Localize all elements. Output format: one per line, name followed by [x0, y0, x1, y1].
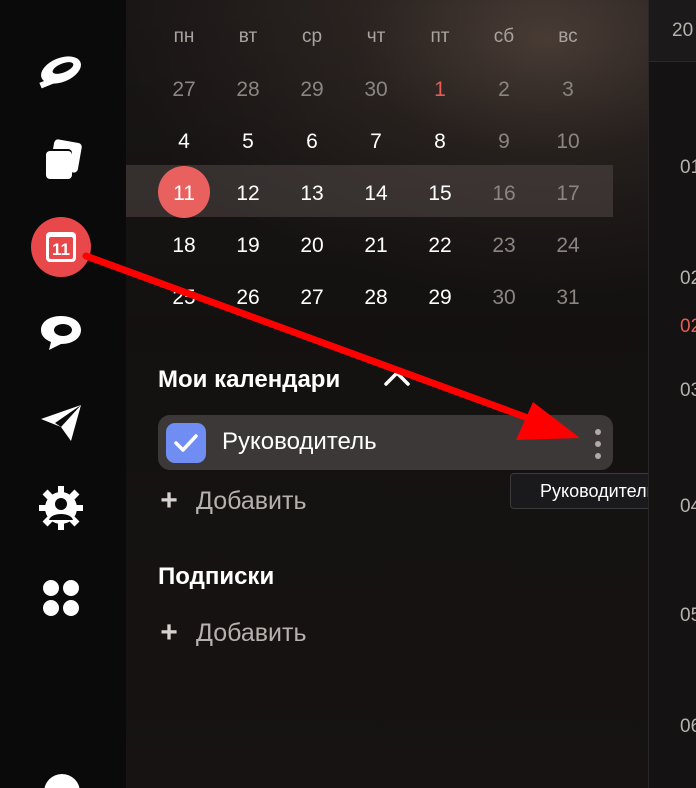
- plus-icon: +: [160, 484, 178, 517]
- current-time-label: 02: [680, 316, 696, 337]
- calendar-day[interactable]: 30: [344, 78, 408, 102]
- calendar-day[interactable]: 10: [536, 130, 600, 154]
- calendar-day-today[interactable]: 11: [152, 182, 216, 206]
- calendar-day[interactable]: 27: [280, 286, 344, 310]
- calendar-day[interactable]: 29: [280, 78, 344, 102]
- calendar-day[interactable]: 25: [152, 286, 216, 310]
- calendar-day[interactable]: 26: [216, 286, 280, 310]
- add-calendar-label: Добавить: [196, 486, 307, 515]
- calendar-day[interactable]: 30: [472, 286, 536, 310]
- time-label: 03: [680, 380, 696, 401]
- chevron-up-icon[interactable]: [383, 368, 411, 388]
- calendar-day[interactable]: 4: [152, 130, 216, 154]
- plus-icon: +: [160, 616, 178, 649]
- settings-person-icon[interactable]: [31, 478, 91, 538]
- calendar-day[interactable]: 21: [344, 234, 408, 258]
- add-subscription-label: Добавить: [196, 618, 307, 647]
- calendar-item-label[interactable]: Руководитель: [222, 428, 377, 456]
- time-label: 02: [680, 268, 696, 289]
- calendar-day[interactable]: 19: [216, 234, 280, 258]
- calendar-week: 25 26 27 28 29 30 31: [152, 272, 600, 324]
- telemost-icon[interactable]: [31, 393, 91, 453]
- weekday-label: ср: [301, 26, 323, 47]
- time-label: 01: [680, 157, 696, 178]
- more-options-icon[interactable]: [590, 426, 606, 462]
- calendar-week: 27 28 29 30 1 2 3: [152, 64, 600, 116]
- calendar-day[interactable]: 12: [216, 182, 280, 206]
- calendar-day[interactable]: 17: [536, 182, 600, 206]
- weekday-header: пн вт ср чт пт сб вс: [152, 10, 600, 64]
- apps-grid-icon[interactable]: [31, 568, 91, 628]
- calendar-day[interactable]: 6: [280, 130, 344, 154]
- calendar-day[interactable]: 24: [536, 234, 600, 258]
- subscriptions-title: Подписки: [158, 563, 275, 590]
- calendar-day[interactable]: 27: [152, 78, 216, 102]
- weekday-label: вс: [558, 26, 578, 47]
- calendar-day[interactable]: 13: [280, 182, 344, 206]
- disk-icon[interactable]: [31, 130, 91, 190]
- calendar-checkbox[interactable]: [166, 423, 206, 463]
- add-calendar-button[interactable]: + Добавить: [158, 484, 307, 518]
- time-label: 04: [680, 496, 696, 517]
- calendar-week: 4 5 6 7 8 9 10: [152, 116, 600, 168]
- calendar-day[interactable]: 22: [408, 234, 472, 258]
- weekday-label: пн: [173, 26, 195, 47]
- weekday-label: вт: [238, 26, 258, 47]
- calendar-day[interactable]: 14: [344, 182, 408, 206]
- calendar-day[interactable]: 29: [408, 286, 472, 310]
- day-view-header-text: 20: [672, 20, 694, 41]
- calendar-day[interactable]: 9: [472, 130, 536, 154]
- mini-calendar: пн вт ср чт пт сб вс 27 28 29 30 1 2 3 4…: [152, 10, 600, 324]
- app-rail: 11: [0, 0, 126, 788]
- add-subscription-button[interactable]: + Добавить: [158, 616, 307, 650]
- calendar-day[interactable]: 31: [536, 286, 600, 310]
- time-label: 06: [680, 716, 696, 737]
- calendar-day[interactable]: 23: [472, 234, 536, 258]
- messenger-icon[interactable]: [31, 40, 91, 100]
- avatar[interactable]: [44, 774, 80, 788]
- calendar-day[interactable]: 28: [216, 78, 280, 102]
- calendar-day[interactable]: 8: [408, 130, 472, 154]
- calendar-day[interactable]: 3: [536, 78, 600, 102]
- time-label: 05: [680, 605, 696, 626]
- my-calendars-title[interactable]: Мои календари: [158, 366, 340, 394]
- weekday-label: пт: [430, 26, 450, 47]
- calendar-day[interactable]: 5: [216, 130, 280, 154]
- calendar-day[interactable]: 7: [344, 130, 408, 154]
- svg-text:11: 11: [52, 240, 70, 259]
- calendar-day[interactable]: 20: [280, 234, 344, 258]
- calendar-day[interactable]: 2: [472, 78, 536, 102]
- calendar-week: 18 19 20 21 22 23 24: [152, 220, 600, 272]
- calendar-icon[interactable]: 11: [31, 217, 91, 277]
- calendar-day[interactable]: 18: [152, 234, 216, 258]
- calendar-week-current: 11 12 13 14 15 16 17: [152, 168, 600, 220]
- calendar-day[interactable]: 16: [472, 182, 536, 206]
- weekday-label: чт: [366, 26, 386, 47]
- calendar-day[interactable]: 28: [344, 286, 408, 310]
- chat-icon[interactable]: [31, 302, 91, 362]
- weekday-label: сб: [493, 26, 515, 47]
- calendar-day[interactable]: 1: [408, 78, 472, 102]
- checkmark-icon: [174, 434, 198, 452]
- calendar-day[interactable]: 15: [408, 182, 472, 206]
